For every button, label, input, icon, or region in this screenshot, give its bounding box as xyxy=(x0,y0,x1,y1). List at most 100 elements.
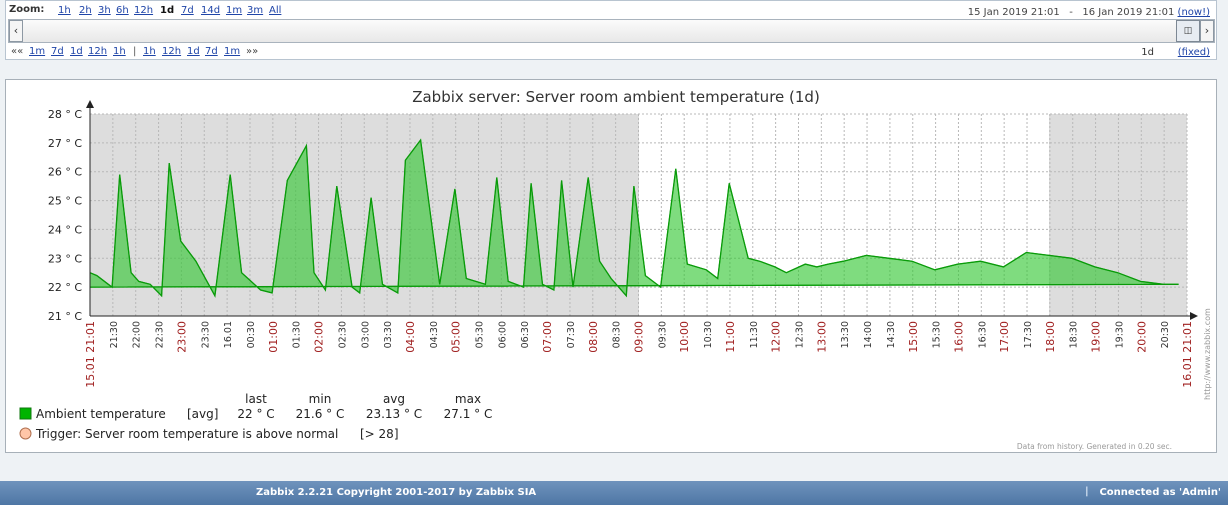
legend-series-func: [avg] xyxy=(187,407,218,421)
zoom-12h[interactable]: 12h xyxy=(134,5,153,16)
chart-title: Zabbix server: Server room ambient tempe… xyxy=(412,88,820,106)
y-tick-label: 28 ° C xyxy=(48,108,82,121)
x-tick-label: 02:00 xyxy=(313,321,326,353)
x-tick-label: 15:00 xyxy=(907,321,920,353)
x-tick-label: 07:00 xyxy=(541,321,554,353)
y-tick-labels: 28 ° C 27 ° C 26 ° C 25 ° C 24 ° C 23 ° C 22 °… xyxy=(48,108,82,323)
legend-series-last: 22 ° C xyxy=(237,407,274,421)
period-value: 1d xyxy=(1141,47,1154,58)
x-tick-label: 19:30 xyxy=(1114,321,1125,348)
legend-trigger-dot xyxy=(19,427,32,440)
legend-header-last: last xyxy=(245,392,267,406)
footer-copyright: Zabbix 2.2.21 Copyright 2001-2017 by Zab… xyxy=(256,487,537,498)
legend-header-min: min xyxy=(309,392,332,406)
range-end: 16 Jan 2019 21:01 xyxy=(1082,7,1175,18)
x-axis-arrow-icon xyxy=(1190,312,1198,320)
legend-trigger-value: [> 28] xyxy=(360,427,399,441)
y-tick-label: 24 ° C xyxy=(48,223,82,236)
generated-note: Data from history. Generated in 0.20 sec… xyxy=(1017,442,1172,451)
x-tick-label: 19:00 xyxy=(1090,321,1103,353)
nav-back-7d[interactable]: 7d xyxy=(51,46,64,57)
now-link[interactable]: (now!) xyxy=(1178,7,1210,18)
x-tick-label: 16.01 xyxy=(223,321,234,348)
legend-header-avg: avg xyxy=(383,392,405,406)
zoom-14d[interactable]: 14d xyxy=(201,5,220,16)
x-tick-label: 15.01 21:01 xyxy=(84,321,97,388)
graph-navigation-panel: Zoom: 1h 2h 3h 6h 12h 1d 7d 14d 1m 3m Al… xyxy=(5,0,1217,60)
x-tick-label: 01:30 xyxy=(292,321,303,348)
legend-series-avg: 23.13 ° C xyxy=(366,407,422,421)
x-tick-label: 09:30 xyxy=(657,321,668,348)
x-tick-label: 06:30 xyxy=(520,321,531,348)
x-tick-label: 09:00 xyxy=(633,321,646,353)
x-tick-label: 18:00 xyxy=(1044,321,1057,353)
legend-header-max: max xyxy=(455,392,481,406)
nav-back-1d[interactable]: 1d xyxy=(70,46,83,57)
zoom-2h[interactable]: 2h xyxy=(79,5,92,16)
time-range: 15 Jan 2019 21:01 - 16 Jan 2019 21:01 (n… xyxy=(968,7,1210,18)
x-tick-label: 02:30 xyxy=(337,321,348,348)
x-tick-label: 03:00 xyxy=(360,321,371,348)
zoom-3h[interactable]: 3h xyxy=(98,5,111,16)
range-separator: - xyxy=(1069,7,1073,18)
period-navigation: «« 1m 7d 1d 12h 1h | 1h 12h 1d 7d 1m »» … xyxy=(6,44,1216,60)
zoom-7d[interactable]: 7d xyxy=(181,5,194,16)
zoom-1m[interactable]: 1m xyxy=(226,5,242,16)
x-tick-label: 07:30 xyxy=(566,321,577,348)
x-tick-label: 04:30 xyxy=(429,321,440,348)
x-tick-label: 08:30 xyxy=(612,321,623,348)
zoom-all[interactable]: All xyxy=(269,5,281,16)
footer-separator: | xyxy=(1085,486,1089,497)
nav-forward-1h[interactable]: 1h xyxy=(143,46,156,57)
temperature-chart: Zabbix server: Server room ambient tempe… xyxy=(19,88,1212,451)
legend-trigger-label: Trigger: Server room temperature is abov… xyxy=(35,427,338,441)
nav-back-1h[interactable]: 1h xyxy=(113,46,126,57)
watermark: http://www.zabbix.com xyxy=(1203,308,1212,400)
nav-forward-12h[interactable]: 12h xyxy=(162,46,181,57)
x-tick-label: 12:00 xyxy=(770,321,783,353)
x-tick-label: 23:00 xyxy=(175,321,188,353)
x-tick-label: 04:00 xyxy=(404,321,417,353)
scroll-right-button[interactable]: › xyxy=(1200,20,1214,42)
zoom-row: Zoom: 1h 2h 3h 6h 12h 1d 7d 14d 1m 3m Al… xyxy=(6,1,1216,19)
nav-forward-1m[interactable]: 1m xyxy=(224,46,240,57)
y-tick-label: 27 ° C xyxy=(48,137,82,150)
x-tick-label: 10:00 xyxy=(678,321,691,353)
x-tick-label: 14:00 xyxy=(863,321,874,348)
scroll-left-button[interactable]: ‹ xyxy=(9,20,23,42)
nav-back-12h[interactable]: 12h xyxy=(88,46,107,57)
nav-back-prefix: «« xyxy=(11,46,24,57)
y-tick-label: 26 ° C xyxy=(48,166,82,179)
zoom-3m[interactable]: 3m xyxy=(247,5,263,16)
x-tick-label: 01:00 xyxy=(267,321,280,353)
x-tick-label: 05:00 xyxy=(450,321,463,353)
x-tick-label: 14:30 xyxy=(886,321,897,348)
x-tick-labels: 15.01 21:01 21:30 22:00 22:30 23:00 23:30 16.0… xyxy=(84,321,1194,388)
x-tick-label: 08:00 xyxy=(587,321,600,353)
x-tick-label: 21:30 xyxy=(109,321,120,348)
legend: last min avg max Ambient temperature [av… xyxy=(19,392,493,441)
x-tick-label: 16:00 xyxy=(952,321,965,353)
timeline-scrollbar[interactable]: ‹ ◫ › xyxy=(8,19,1215,43)
x-tick-label: 03:30 xyxy=(383,321,394,348)
nav-forward-1d[interactable]: 1d xyxy=(187,46,200,57)
zoom-6h[interactable]: 6h xyxy=(116,5,129,16)
nav-back-1m[interactable]: 1m xyxy=(29,46,45,57)
x-tick-label: 23:30 xyxy=(200,321,211,348)
fixed-toggle[interactable]: (fixed) xyxy=(1178,47,1210,58)
legend-series-max: 27.1 ° C xyxy=(444,407,493,421)
scroll-handle-icon[interactable]: ◫ xyxy=(1176,20,1200,42)
nav-forward-7d[interactable]: 7d xyxy=(205,46,218,57)
y-tick-label: 25 ° C xyxy=(48,195,82,208)
x-tick-label: 12:30 xyxy=(794,321,805,348)
x-tick-label: 00:30 xyxy=(246,321,257,348)
nav-separator: | xyxy=(133,46,137,57)
range-start: 15 Jan 2019 21:01 xyxy=(967,7,1060,18)
footer: Zabbix 2.2.21 Copyright 2001-2017 by Zab… xyxy=(0,481,1228,505)
x-tick-label: 20:30 xyxy=(1160,321,1171,348)
x-tick-label: 18:30 xyxy=(1069,321,1080,348)
zoom-1h[interactable]: 1h xyxy=(58,5,71,16)
y-tick-label: 23 ° C xyxy=(48,252,82,265)
legend-series-min: 21.6 ° C xyxy=(296,407,345,421)
footer-connected-user: Connected as 'Admin' xyxy=(1099,487,1221,498)
